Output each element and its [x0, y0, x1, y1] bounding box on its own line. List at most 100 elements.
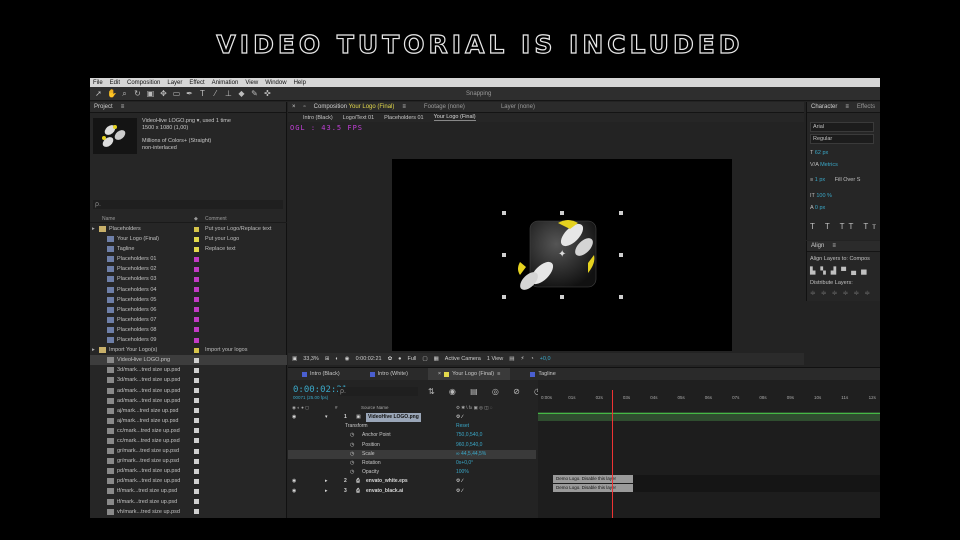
- layer-row[interactable]: ◉ ▾ 1 ▣ VideoHive LOGO.png ⚙ ∕: [288, 413, 536, 422]
- composition-panel-title[interactable]: Composition Your Logo (Final): [314, 104, 395, 110]
- property-row[interactable]: Transform Reset: [288, 422, 536, 431]
- panel-menu-icon[interactable]: ≡: [402, 104, 406, 110]
- menu-edit[interactable]: Edit: [110, 80, 120, 86]
- project-item[interactable]: cc/mark...tred size up.psd: [90, 436, 287, 446]
- project-item[interactable]: Placeholders 02: [90, 264, 287, 274]
- project-item[interactable]: vh/mark...tred size up.psd: [90, 517, 287, 518]
- stopwatch-icon[interactable]: ◷: [350, 459, 354, 468]
- project-item[interactable]: pd/mark...tred size up.psd: [90, 466, 287, 476]
- property-value[interactable]: 100%: [456, 468, 469, 477]
- hand-tool-icon[interactable]: ✋: [107, 88, 117, 100]
- reset-exposure-icon[interactable]: ◔: [530, 356, 533, 362]
- layer-3-bar[interactable]: Demo Logo. Disable this layer: [553, 484, 633, 492]
- timeline-tab[interactable]: × Your Logo (Final) ≡: [427, 368, 511, 380]
- project-item[interactable]: ▸ Import Your Logo(s) Import your logos: [90, 345, 287, 355]
- vertical-scale-field[interactable]: IT 100 %: [810, 193, 832, 199]
- clone-tool-icon[interactable]: ⊥: [224, 88, 233, 100]
- breadcrumb-intro-black[interactable]: Intro (Black): [303, 115, 333, 121]
- expand-triangle-icon[interactable]: ▸: [325, 487, 328, 496]
- expand-triangle-icon[interactable]: ▸: [92, 224, 95, 234]
- menu-composition[interactable]: Composition: [127, 80, 160, 86]
- layer-2-bar[interactable]: Demo Logo. Disable this layer: [553, 475, 633, 483]
- project-item[interactable]: Placeholders 05: [90, 295, 287, 305]
- expand-triangle-icon[interactable]: ▾: [325, 413, 328, 422]
- layer-switches-icon[interactable]: ⚙ ∕: [456, 477, 463, 486]
- project-item[interactable]: vh/mark...tred size up.psd: [90, 507, 287, 517]
- layer-tab[interactable]: Layer (none): [501, 104, 535, 110]
- layer-switches-icon[interactable]: ⚙ ∕: [456, 413, 463, 422]
- col-source-name[interactable]: Source Name: [361, 404, 389, 412]
- label-color-swatch[interactable]: [194, 276, 199, 282]
- project-item[interactable]: Placeholders 06: [90, 305, 287, 315]
- menu-view[interactable]: View: [245, 80, 258, 86]
- stopwatch-icon[interactable]: ◷: [350, 441, 354, 450]
- channel-icon[interactable]: ●: [398, 356, 401, 362]
- project-item[interactable]: Placeholders 09: [90, 335, 287, 345]
- label-color-swatch[interactable]: [194, 468, 199, 474]
- region-icon[interactable]: ▢: [422, 356, 427, 362]
- view-layout-dropdown[interactable]: 1 View: [487, 356, 503, 362]
- stopwatch-icon[interactable]: ◷: [350, 450, 354, 459]
- label-color-swatch[interactable]: [194, 458, 199, 464]
- toggle-pixel-aspect-icon[interactable]: ▤: [509, 356, 514, 362]
- label-color-swatch[interactable]: [194, 377, 199, 383]
- menu-help[interactable]: Help: [294, 80, 306, 86]
- panel-menu-icon[interactable]: ≡: [497, 368, 500, 380]
- label-color-swatch[interactable]: [194, 478, 199, 484]
- grid-icon[interactable]: ⊞: [325, 356, 330, 362]
- panel-menu-icon[interactable]: ≡: [845, 104, 849, 110]
- layer-row[interactable]: ◉ ▸ 2 ⎙ envato_white.eps ⚙ ∕: [288, 477, 536, 486]
- breadcrumb-your-logo-final[interactable]: Your Logo (Final): [433, 114, 476, 121]
- label-color-swatch[interactable]: [194, 246, 199, 252]
- mask-tool-icon[interactable]: ▭: [172, 88, 181, 100]
- label-color-swatch[interactable]: [194, 499, 199, 505]
- font-size-field[interactable]: T 62 px: [810, 150, 828, 156]
- current-time[interactable]: 0:00:02:21: [356, 356, 382, 362]
- align-tab[interactable]: Align: [811, 243, 824, 249]
- label-color-swatch[interactable]: [194, 438, 199, 444]
- project-item[interactable]: aj/mark...tred size up.psd: [90, 406, 287, 416]
- label-color-swatch[interactable]: [194, 226, 199, 232]
- label-color-swatch[interactable]: [194, 388, 199, 393]
- always-preview-icon[interactable]: ▣: [292, 356, 297, 362]
- project-item[interactable]: 3d/mark...tred size up.psd: [90, 365, 287, 375]
- project-item[interactable]: Placeholders 04: [90, 285, 287, 295]
- playhead-line[interactable]: [612, 390, 613, 518]
- label-color-swatch[interactable]: [194, 317, 199, 323]
- exposure-value[interactable]: +0,0: [540, 356, 551, 362]
- project-item[interactable]: ad/mark...tred size up.psd: [90, 396, 287, 406]
- snapshot-icon[interactable]: ✿: [388, 356, 393, 362]
- project-item[interactable]: ▸ Placeholders Put your Logo/Replace text: [90, 224, 287, 234]
- project-item[interactable]: tf/mark...tred size up.psd: [90, 497, 287, 507]
- timeline-tab[interactable]: Tagline: [520, 368, 565, 380]
- project-item[interactable]: Your Logo (Final) Put your Logo: [90, 234, 287, 244]
- project-item[interactable]: ad/mark...tred size up.psd: [90, 386, 287, 396]
- label-color-swatch[interactable]: [194, 428, 199, 434]
- timeline-tab[interactable]: Intro (White): [360, 368, 418, 380]
- camera-dropdown[interactable]: Active Camera: [445, 356, 481, 362]
- project-item[interactable]: aj/mark...tred size up.psd: [90, 416, 287, 426]
- timeline-tab[interactable]: Intro (Black): [292, 368, 350, 380]
- label-color-swatch[interactable]: [194, 266, 199, 272]
- property-row[interactable]: Opacity ◷ 100%: [288, 468, 536, 477]
- label-color-swatch[interactable]: [194, 347, 199, 353]
- close-icon[interactable]: ×: [438, 368, 441, 380]
- layer-row[interactable]: ◉ ▸ 3 ⎙ envato_black.ai ⚙ ∕: [288, 487, 536, 496]
- breadcrumb-logo-text-01[interactable]: Logo/Text 01: [343, 115, 375, 121]
- label-color-swatch[interactable]: [194, 337, 199, 343]
- menu-file[interactable]: File: [93, 80, 103, 86]
- project-item[interactable]: tf/mark...tred size up.psd: [90, 486, 287, 496]
- visibility-eye-icon[interactable]: ◉: [292, 487, 296, 496]
- stroke-field[interactable]: ≡ 1 px Fill Over S: [810, 177, 860, 183]
- label-color-swatch[interactable]: [194, 509, 199, 515]
- align-layers-to[interactable]: Align Layers to: Compos: [810, 256, 870, 262]
- resolution-dropdown[interactable]: Full: [408, 356, 417, 362]
- timeline-tracks[interactable]: Demo Logo. Disable this layer Demo Logo.…: [538, 412, 880, 518]
- av-features-icon[interactable]: ◉ ◐ ● ◻: [292, 404, 309, 412]
- stopwatch-icon[interactable]: ◷: [350, 468, 354, 477]
- time-ruler[interactable]: 0:00s 01s 02s 03s 04s 05s 06s 07s 08s 09s 10s 11s 12…: [538, 380, 880, 412]
- project-search-input[interactable]: ρ.: [93, 200, 283, 209]
- project-item[interactable]: Placeholders 01: [90, 254, 287, 264]
- property-row[interactable]: Position ◷ 960,0,540,0: [288, 441, 536, 450]
- menu-animation[interactable]: Animation: [212, 80, 239, 86]
